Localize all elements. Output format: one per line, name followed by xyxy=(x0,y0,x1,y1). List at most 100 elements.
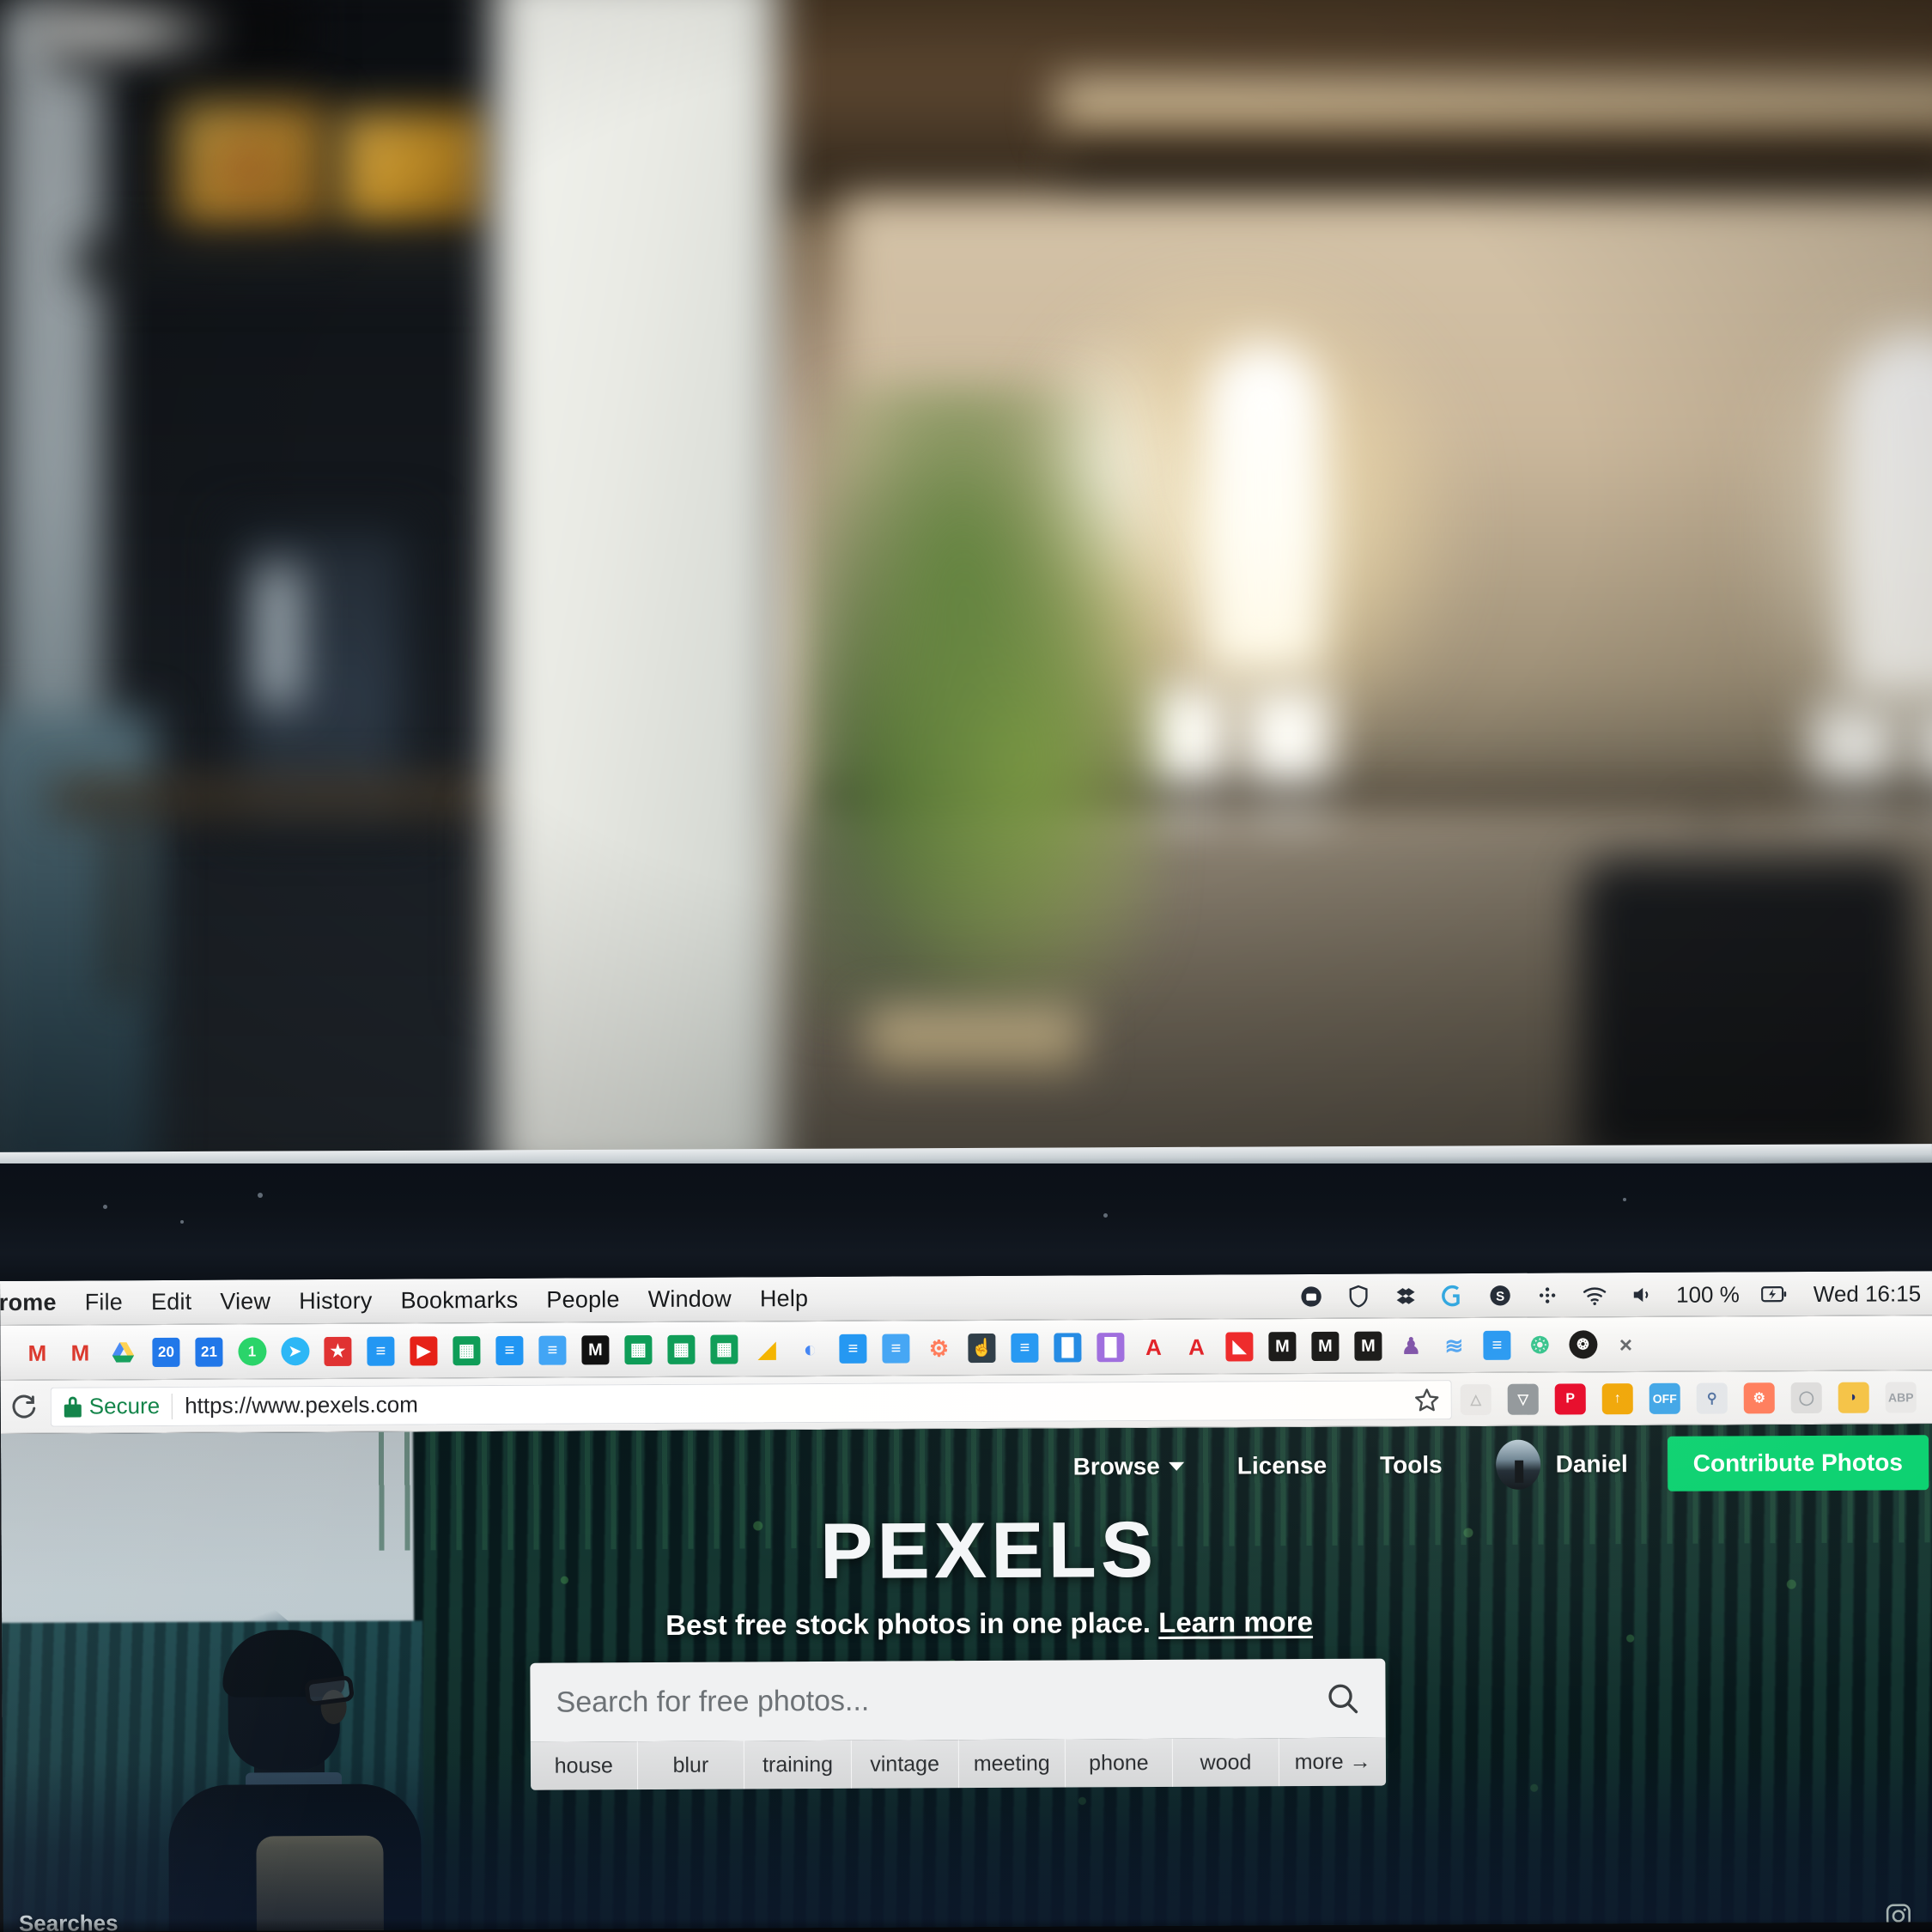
bookmark-medium-4[interactable]: M xyxy=(1346,1324,1389,1367)
bookmark-telegram[interactable]: ➤ xyxy=(273,1330,316,1373)
address-bar[interactable]: Secure https://www.pexels.com xyxy=(50,1379,1452,1427)
bookmark-docs-6[interactable]: ≡ xyxy=(1003,1326,1046,1369)
page-title: PEXELS xyxy=(819,1505,1158,1596)
bookmark-google-drive[interactable] xyxy=(101,1331,144,1374)
bookmark-sheets-1[interactable]: ▦ xyxy=(445,1329,488,1372)
bookmark-adobe-1[interactable]: A xyxy=(1132,1325,1175,1368)
bookmark-bookmark-overflow[interactable]: × xyxy=(1604,1322,1647,1365)
bookmark-gmail-1[interactable]: M xyxy=(15,1331,58,1374)
bookmark-youtube[interactable]: ▶ xyxy=(402,1329,445,1372)
tag-chip-training[interactable]: training xyxy=(744,1740,852,1789)
menu-item-file[interactable]: File xyxy=(85,1289,123,1315)
bookmark-analytics-1[interactable]: ◢ xyxy=(745,1327,788,1370)
bookmark-docs-5[interactable]: ≡ xyxy=(874,1327,917,1370)
menu-item-help[interactable]: Help xyxy=(760,1285,809,1312)
bookmark-analytics-2[interactable]: █ xyxy=(1046,1326,1089,1369)
bluetooth-expander-icon[interactable] xyxy=(1534,1282,1560,1308)
bookmark-analytics-3[interactable]: █ xyxy=(1089,1326,1132,1369)
tag-chip-more[interactable]: more → xyxy=(1279,1738,1386,1787)
nav-license[interactable]: License xyxy=(1237,1452,1327,1480)
logitech-icon[interactable] xyxy=(1440,1283,1466,1309)
tag-chip-phone[interactable]: phone xyxy=(1065,1738,1173,1788)
search-icon[interactable] xyxy=(1325,1681,1359,1716)
tag-chip-house[interactable]: house xyxy=(530,1741,638,1790)
search-input[interactable] xyxy=(556,1681,1326,1720)
bookmark-medium-3[interactable]: M xyxy=(1303,1324,1346,1367)
menu-item-edit[interactable]: Edit xyxy=(151,1289,191,1315)
pexels-navbar: Browse License Tools Daniel Contribute P… xyxy=(1072,1432,1932,1497)
bookmark-sheets-2[interactable]: ▦ xyxy=(617,1327,659,1370)
battery-charging-icon[interactable] xyxy=(1760,1281,1787,1307)
nav-browse[interactable]: Browse xyxy=(1073,1453,1184,1481)
unsplash-person-icon: ♟ xyxy=(1400,1332,1422,1358)
learn-more-link[interactable]: Learn more xyxy=(1158,1606,1313,1638)
bookmark-medium-2[interactable]: M xyxy=(1261,1325,1303,1368)
nav-username[interactable]: Daniel xyxy=(1556,1450,1628,1478)
star-icon[interactable] xyxy=(1414,1387,1440,1413)
bookmark-sheets-3[interactable]: ▦ xyxy=(659,1327,702,1370)
contribute-photos-button[interactable]: Contribute Photos xyxy=(1667,1435,1929,1492)
spyglass-extension[interactable]: ⚲ xyxy=(1696,1382,1728,1414)
search-console-icon: ◐ xyxy=(803,1335,817,1362)
menu-item-chrome[interactable]: hrome xyxy=(0,1290,57,1316)
search-box[interactable] xyxy=(530,1658,1386,1742)
dashlane-extension[interactable]: ▽ xyxy=(1507,1383,1539,1415)
ghostery-extension[interactable]: ◯ xyxy=(1790,1382,1822,1413)
drive-extension[interactable]: △ xyxy=(1460,1383,1492,1415)
bookmark-steemit[interactable]: ≋ xyxy=(1432,1324,1475,1367)
tag-chip-wood[interactable]: wood xyxy=(1172,1738,1280,1787)
extension-icons: △▽P↑OFF⚲⚙◯◗ABP✎ xyxy=(1460,1381,1932,1415)
tag-chip-blur[interactable]: blur xyxy=(637,1741,745,1790)
bookmark-pocket-bookmark[interactable]: ★ xyxy=(316,1329,359,1372)
instagram-icon[interactable] xyxy=(1884,1901,1913,1930)
bookmark-google-docs-1[interactable]: ≡ xyxy=(359,1329,402,1372)
bookmark-hubspot-1[interactable]: ⚙ xyxy=(917,1327,960,1370)
suggested-tags: house blur training vintage meeting phone wood… xyxy=(530,1737,1387,1790)
adblockplus-extension[interactable]: ABP xyxy=(1885,1381,1917,1413)
adblock-off-extension[interactable]: OFF xyxy=(1649,1382,1680,1414)
volume-icon[interactable] xyxy=(1629,1282,1655,1308)
menu-item-view[interactable]: View xyxy=(220,1288,270,1315)
bookmark-adobe-3[interactable]: ◣ xyxy=(1218,1325,1261,1368)
sheets-2-icon: ▦ xyxy=(624,1334,653,1364)
reload-icon[interactable] xyxy=(0,1393,51,1420)
bookmark-sheets-4[interactable]: ▦ xyxy=(702,1327,745,1370)
bookmark-medium-1[interactable]: M xyxy=(574,1328,617,1371)
menu-item-bookmarks[interactable]: Bookmarks xyxy=(400,1287,518,1315)
bookmark-docs-7[interactable]: ≡ xyxy=(1475,1323,1518,1366)
dropbox-icon[interactable] xyxy=(1393,1283,1419,1309)
menu-item-people[interactable]: People xyxy=(546,1286,619,1313)
similarweb-extension[interactable]: ↑ xyxy=(1601,1382,1633,1414)
bookmark-docs-3[interactable]: ≡ xyxy=(531,1328,574,1371)
bookmark-shutter-dark[interactable]: ❂ xyxy=(1561,1323,1604,1366)
pinterest-extension[interactable]: P xyxy=(1554,1382,1586,1415)
tag-chip-vintage[interactable]: vintage xyxy=(851,1740,959,1789)
bookmark-cursor-app[interactable]: ☝ xyxy=(960,1326,1003,1369)
screen-recorder-icon[interactable] xyxy=(1298,1284,1324,1309)
nav-tools[interactable]: Tools xyxy=(1380,1451,1443,1479)
bookmark-unsplash-person[interactable]: ♟ xyxy=(1389,1324,1432,1367)
menubar-status-area: S 100 % Wed 16:15 xyxy=(1298,1271,1932,1319)
bookmark-calendar-20[interactable]: 20 xyxy=(144,1330,187,1373)
bookmark-gmail-2[interactable]: M xyxy=(58,1331,101,1374)
hubspot-extension[interactable]: ⚙ xyxy=(1743,1382,1775,1413)
shield-vpn-icon[interactable] xyxy=(1346,1284,1371,1309)
bookmark-docs-2[interactable]: ≡ xyxy=(488,1328,531,1371)
bookmark-overflow-icon: × xyxy=(1619,1331,1633,1358)
honey-extension[interactable]: ◗ xyxy=(1838,1382,1869,1413)
hero-tagline-text: Best free stock photos in one place. xyxy=(665,1606,1151,1641)
avatar[interactable] xyxy=(1495,1439,1540,1490)
bookmark-shutter-green[interactable]: ❂ xyxy=(1518,1323,1561,1366)
bookmark-adobe-2[interactable]: A xyxy=(1175,1325,1218,1368)
menu-item-window[interactable]: Window xyxy=(648,1286,732,1314)
skype-icon[interactable]: S xyxy=(1487,1283,1513,1309)
bookmark-whatsapp[interactable]: 1 xyxy=(230,1330,273,1373)
bookmark-search-console[interactable]: ◐ xyxy=(788,1327,831,1370)
bookmark-calendar-21[interactable]: 21 xyxy=(187,1330,230,1373)
tag-chip-meeting[interactable]: meeting xyxy=(958,1739,1066,1789)
wifi-icon[interactable] xyxy=(1582,1282,1607,1308)
bookmarks-bar[interactable]: M M 20 21 1 ➤ ★ ≡ ▶ ▦ ≡ ≡ M ▦ ▦ ▦ ◢ ◐ ≡ ≡ ⚙ ☝ ≡ █ █ A A ◣ M M M ♟ ≋ ≡ ❂ ❂ × xyxy=(0,1315,1932,1381)
medium-3-icon: M xyxy=(1311,1331,1340,1361)
bookmark-docs-4[interactable]: ≡ xyxy=(831,1327,874,1370)
menu-item-history[interactable]: History xyxy=(299,1288,373,1315)
